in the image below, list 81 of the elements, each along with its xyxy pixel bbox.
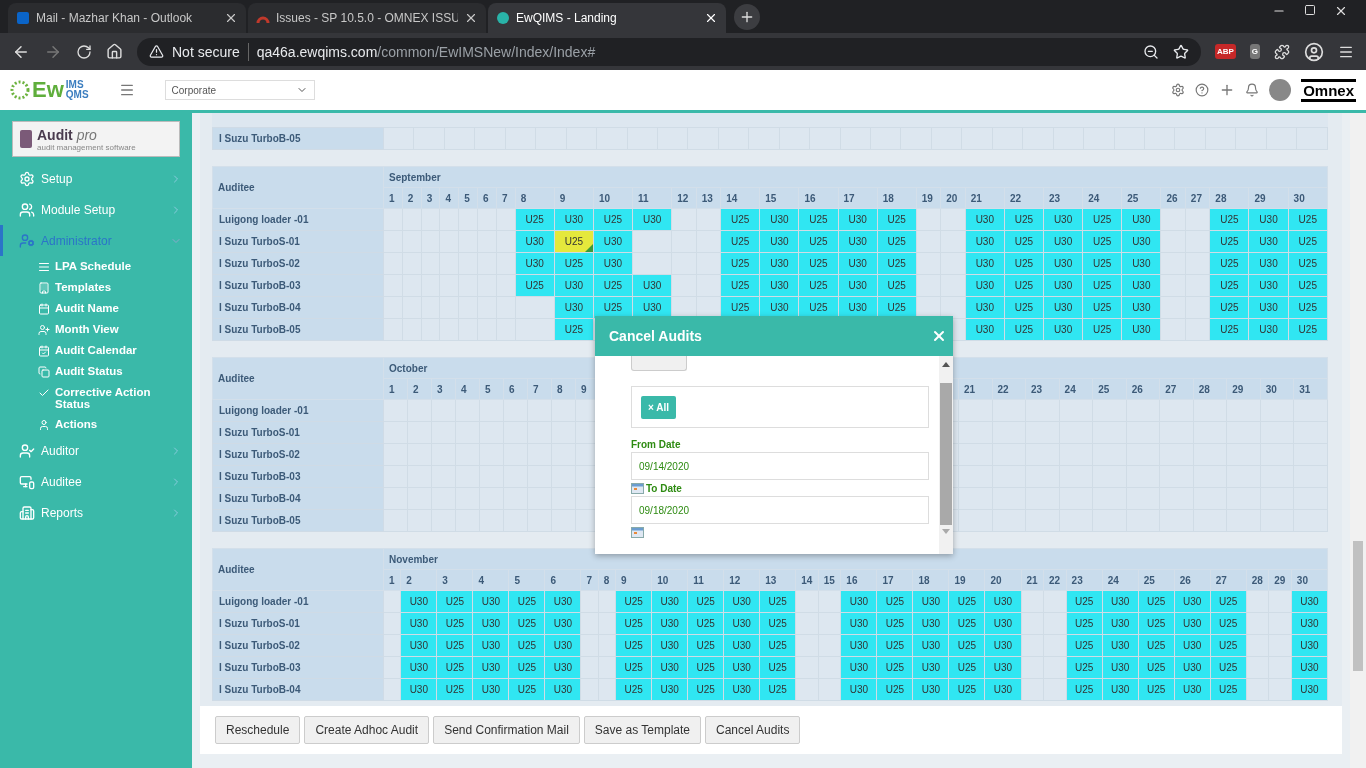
dialog-scrollbar[interactable]: [939, 356, 953, 554]
action-button[interactable]: Cancel Audits: [705, 716, 801, 744]
close-icon[interactable]: [224, 11, 238, 25]
action-button[interactable]: Reschedule: [215, 716, 301, 744]
star-icon[interactable]: [1172, 43, 1189, 60]
action-button[interactable]: Save as Template: [583, 716, 702, 744]
browser-tab[interactable]: EwQIMS - Landing: [488, 3, 726, 33]
building-icon: [38, 282, 50, 294]
column-header: Auditee: [212, 548, 384, 591]
bell-icon[interactable]: [1245, 83, 1260, 97]
help-icon[interactable]: [1195, 83, 1210, 97]
auditee-name: Luigong loader -01: [212, 208, 384, 231]
auditee-name: I Suzu TurboS-01: [212, 612, 384, 635]
settings-icon[interactable]: [1171, 83, 1186, 97]
user-gear-icon: [19, 232, 35, 249]
auditee-name: I Suzu TurboS-02: [212, 634, 384, 657]
url-text: qa46a.ewqims.com/common/EwIMSNew/Index/Index#: [256, 43, 596, 60]
auditee-name: I Suzu TurboB-04: [212, 296, 384, 319]
date-field[interactable]: 09/18/2020: [631, 496, 929, 524]
calendar-icon[interactable]: [631, 526, 644, 538]
auditee-name: Luigong loader -01: [212, 399, 384, 422]
column-header: Auditee: [212, 166, 384, 209]
mail-icon: [16, 11, 30, 25]
action-button[interactable]: Create Adhoc Audit: [304, 716, 430, 744]
reload-icon[interactable]: [76, 43, 92, 60]
site-select[interactable]: Corporate: [164, 80, 315, 100]
warning-icon: [149, 44, 164, 59]
user-plus-icon: [38, 324, 50, 336]
field-label: To Date: [646, 482, 682, 494]
auditee-name: I Suzu TurboB-04: [212, 487, 384, 510]
auditee-name: I Suzu TurboS-01: [212, 421, 384, 444]
auditee-name: I Suzu TurboS-01: [212, 230, 384, 253]
auditee-name: I Suzu TurboB-03: [212, 656, 384, 679]
auditee-name: I Suzu TurboB-05: [212, 509, 384, 532]
auditee-name: Luigong loader -01: [212, 590, 384, 613]
auditee-name: I Suzu TurboB-04: [212, 678, 384, 701]
home-icon[interactable]: [106, 43, 123, 60]
auditee-name: I Suzu TurboB-05: [212, 318, 384, 341]
close-icon[interactable]: [464, 11, 478, 25]
close-icon[interactable]: [704, 11, 718, 25]
calendar-check-icon: [38, 345, 50, 357]
date-field[interactable]: 09/14/2020: [631, 452, 929, 480]
check-icon: [38, 387, 50, 399]
product-logo: Audit pro audit management software: [12, 121, 180, 157]
list-icon: [38, 261, 50, 273]
auditee-name: I Suzu TurboS-02: [212, 443, 384, 466]
dialog-title: Cancel Audits: [609, 328, 702, 344]
profile-icon[interactable]: [1304, 41, 1324, 62]
field-label: From Date: [631, 438, 681, 450]
new-tab-button[interactable]: [734, 4, 760, 30]
monitor-user-icon: [19, 473, 35, 490]
auditee-name: I Suzu TurboB-05: [212, 127, 384, 150]
address-bar[interactable]: Not secure qa46a.ewqims.com/common/EwIMSNew/Index/Index#: [137, 37, 1201, 66]
scrollbar[interactable]: [1350, 113, 1366, 768]
avatar[interactable]: [1269, 79, 1292, 101]
calendar-icon: [38, 303, 50, 315]
user-check-icon: [19, 442, 35, 459]
auditee-name: I Suzu TurboB-03: [212, 465, 384, 488]
maximize-icon[interactable]: [1304, 4, 1316, 16]
gear-icon: [19, 170, 35, 187]
plus-icon[interactable]: [739, 9, 755, 25]
users-icon: [19, 201, 35, 218]
calendar-icon[interactable]: [631, 482, 644, 494]
security-label: Not secure: [172, 43, 240, 60]
brand-logo: Omnex: [1301, 78, 1356, 102]
auditee-name: I Suzu TurboB-03: [212, 274, 384, 297]
menu-icon[interactable]: [118, 82, 135, 98]
action-button[interactable]: Send Confirmation Mail: [433, 716, 580, 744]
zoom-icon[interactable]: [1142, 43, 1159, 60]
puzzle-icon[interactable]: [1274, 43, 1290, 60]
building-icon: [19, 504, 35, 521]
browser-tab[interactable]: Mail - Mazhar Khan - Outlook: [8, 3, 246, 33]
extension-button[interactable]: G: [1249, 44, 1260, 59]
column-header: Auditee: [212, 357, 384, 400]
copy-icon: [38, 366, 50, 378]
extension-button[interactable]: ABP: [1214, 44, 1236, 59]
auditee-name: I Suzu TurboS-02: [212, 252, 384, 275]
close-icon[interactable]: [1334, 4, 1348, 18]
browser-tab[interactable]: Issues - SP 10.5.0 - OMNEX ISSU: [248, 3, 486, 33]
month-header: September: [383, 166, 1328, 188]
user-icon: [38, 419, 50, 431]
